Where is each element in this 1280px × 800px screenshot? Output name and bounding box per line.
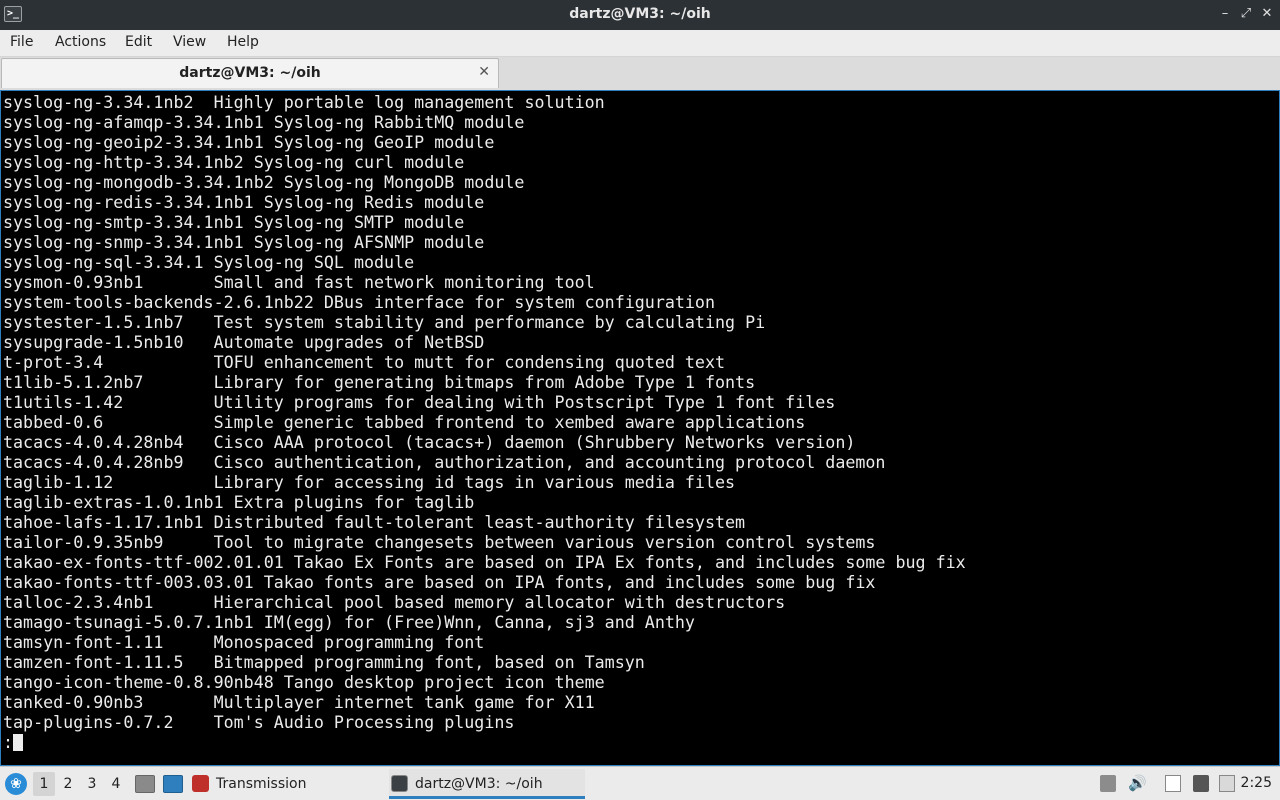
terminal-line: syslog-ng-redis-3.34.1nb1 Syslog-ng Redi… [3,193,485,212]
terminal-line: takao-ex-fonts-ttf-002.01.01 Takao Ex Fo… [3,553,966,572]
terminal-line: tango-icon-theme-0.8.90nb48 Tango deskto… [3,673,605,692]
start-menu-icon[interactable]: ❀ [5,773,27,795]
terminal-line: talloc-2.3.4nb1 Hierarchical pool based … [3,593,786,612]
terminal-line: tailor-0.9.35nb9 Tool to migrate changes… [3,533,876,552]
terminal-line: system-tools-backends-2.6.1nb22 DBus int… [3,293,715,312]
terminal-output[interactable]: syslog-ng-3.34.1nb2 Highly portable log … [0,90,1280,766]
workspace-3[interactable]: 3 [81,772,103,796]
taskbar: ❀ 1 2 3 4 Transmission dartz@VM3: ~/oih … [0,766,1280,800]
workspace-4[interactable]: 4 [105,772,127,796]
terminal-icon [391,775,408,792]
terminal-line: sysmon-0.93nb1 Small and fast network mo… [3,273,595,292]
transmission-icon [192,775,209,792]
task-transmission[interactable]: Transmission [190,769,380,799]
terminal-prompt-line[interactable]: : [3,733,966,753]
menu-bar: File Actions Edit View Help [0,30,1280,57]
task-terminal[interactable]: dartz@VM3: ~/oih [389,769,585,799]
pager-prompt: : [3,733,14,752]
restore-button[interactable]: ⤢ [1237,5,1255,23]
terminal-line: tabbed-0.6 Simple generic tabbed fronten… [3,413,806,432]
tab-close-icon[interactable]: ✕ [478,64,490,80]
task-label: Transmission [216,776,307,792]
terminal-line: tap-plugins-0.7.2 Tom's Audio Processing… [3,713,515,732]
terminal-line: tamsyn-font-1.11 Monospaced programming … [3,633,485,652]
terminal-line: syslog-ng-afamqp-3.34.1nb1 Syslog-ng Rab… [3,113,525,132]
terminal-line: syslog-ng-http-3.34.1nb2 Syslog-ng curl … [3,153,465,172]
terminal-line: syslog-ng-sql-3.34.1 Syslog-ng SQL modul… [3,253,415,272]
tab-bar: dartz@VM3: ~/oih ✕ [0,57,1280,90]
terminal-line: syslog-ng-geoip2-3.34.1nb1 Syslog-ng Geo… [3,133,495,152]
task-label: dartz@VM3: ~/oih [415,776,543,792]
clipboard-icon[interactable] [1100,775,1116,792]
terminal-text: syslog-ng-3.34.1nb2 Highly portable log … [3,93,966,753]
volume-icon[interactable]: 🔊 [1128,775,1147,792]
terminal-line: takao-fonts-ttf-003.03.01 Takao fonts ar… [3,573,876,592]
window-title: dartz@VM3: ~/oih [569,6,711,22]
clock: 2:25 [1240,775,1272,791]
terminal-line: systester-1.5.1nb7 Test system stability… [3,313,766,332]
terminal-line: tamago-tsunagi-5.0.7.1nb1 IM(egg) for (F… [3,613,695,632]
tab-terminal[interactable]: dartz@VM3: ~/oih ✕ [1,58,499,88]
notes-icon[interactable] [1165,775,1181,792]
network-icon[interactable] [1193,775,1209,792]
terminal-line: tacacs-4.0.4.28nb9 Cisco authentication,… [3,453,886,472]
file-manager-icon[interactable] [135,775,155,793]
menu-view[interactable]: View [173,34,206,50]
terminal-line: taglib-1.12 Library for accessing id tag… [3,473,736,492]
menu-help[interactable]: Help [227,34,259,50]
menu-file[interactable]: File [10,34,33,50]
terminal-line: tamzen-font-1.11.5 Bitmapped programming… [3,653,645,672]
terminal-line: taglib-extras-1.0.1nb1 Extra plugins for… [3,493,475,512]
close-window-button[interactable]: ✕ [1258,5,1276,23]
tab-label: dartz@VM3: ~/oih [179,65,321,81]
workspace-1[interactable]: 1 [33,772,55,796]
terminal-line: t1utils-1.42 Utility programs for dealin… [3,393,836,412]
menu-actions[interactable]: Actions [55,34,106,50]
terminal-line: tanked-0.90nb3 Multiplayer internet tank… [3,693,595,712]
window-titlebar[interactable]: >_ dartz@VM3: ~/oih – ⤢ ✕ [0,0,1280,30]
terminal-line: syslog-ng-snmp-3.34.1nb1 Syslog-ng AFSNM… [3,233,485,252]
text-cursor [13,734,24,751]
keyboard-icon[interactable] [1219,775,1235,792]
minimize-button[interactable]: – [1216,5,1234,23]
terminal-line: tahoe-lafs-1.17.1nb1 Distributed fault-t… [3,513,746,532]
workspace-2[interactable]: 2 [57,772,79,796]
terminal-line: tacacs-4.0.4.28nb4 Cisco AAA protocol (t… [3,433,856,452]
terminal-line: syslog-ng-smtp-3.34.1nb1 Syslog-ng SMTP … [3,213,465,232]
terminal-line: syslog-ng-3.34.1nb2 Highly portable log … [3,93,605,112]
terminal-line: syslog-ng-mongodb-3.34.1nb2 Syslog-ng Mo… [3,173,525,192]
terminal-line: t-prot-3.4 TOFU enhancement to mutt for … [3,353,726,372]
terminal-line: sysupgrade-1.5nb10 Automate upgrades of … [3,333,485,352]
show-desktop-icon[interactable] [163,775,183,793]
terminal-line: t1lib-5.1.2nb7 Library for generating bi… [3,373,756,392]
menu-edit[interactable]: Edit [125,34,152,50]
